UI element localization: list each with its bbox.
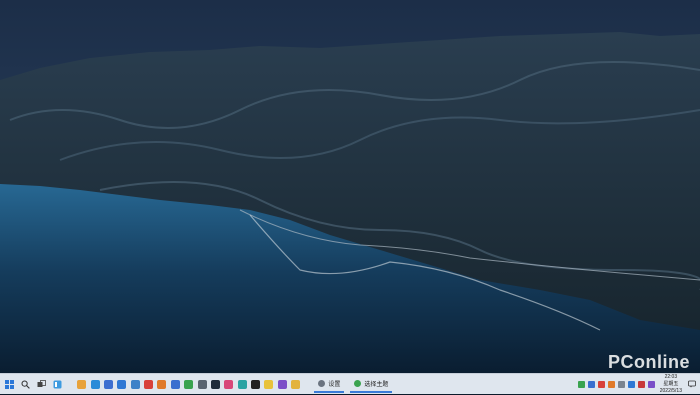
app-orange-icon[interactable]: [157, 379, 167, 389]
paint-icon: [354, 379, 362, 387]
app-pink-icon[interactable]: [224, 379, 234, 389]
clock-date: 2022/5/13: [659, 387, 682, 394]
mail-icon[interactable]: [117, 379, 127, 389]
store-icon[interactable]: [103, 379, 113, 389]
app-gray-icon[interactable]: [197, 379, 207, 389]
clock-time: 22:03: [664, 373, 678, 380]
app-green-icon[interactable]: [184, 379, 194, 389]
tray-gray-icon[interactable]: [618, 380, 626, 388]
tray-blue2-icon[interactable]: [628, 380, 636, 388]
tray-purple-icon[interactable]: [648, 380, 656, 388]
app-teal-icon[interactable]: [237, 379, 247, 389]
app-yellow-icon[interactable]: [264, 379, 274, 389]
app-blue-icon[interactable]: [170, 379, 180, 389]
tray-green-icon[interactable]: [578, 380, 586, 388]
clock[interactable]: 22:03 星期五 2022/5/13: [660, 374, 682, 395]
widgets-icon[interactable]: [51, 378, 63, 390]
edge-icon[interactable]: [90, 379, 100, 389]
tray-blue-icon[interactable]: [588, 380, 596, 388]
tray-red2-icon[interactable]: [638, 380, 646, 388]
task-view-icon[interactable]: [35, 378, 47, 390]
taskbar-window-0[interactable]: 设置: [314, 375, 345, 393]
search-icon[interactable]: [19, 378, 31, 390]
tray-orange-icon[interactable]: [608, 380, 616, 388]
app-dark-icon[interactable]: [210, 379, 220, 389]
taskbar-window-label: 选择主题: [364, 381, 389, 388]
windows-start-icon[interactable]: [3, 378, 15, 390]
desktop-wallpaper: [0, 0, 700, 374]
app-black-icon[interactable]: [251, 379, 261, 389]
taskbar-window-label: 设置: [328, 381, 341, 388]
photos-icon[interactable]: [130, 379, 140, 389]
notification-icon[interactable]: [688, 380, 696, 388]
tray-red-icon[interactable]: [598, 380, 606, 388]
settings-icon: [318, 379, 326, 387]
taskbar: 设置 选择主题 22:03 星期五 2022/5/13: [0, 373, 700, 394]
system-tray: 22:03 星期五 2022/5/13: [577, 374, 700, 394]
clock-weekday: 星期五: [663, 380, 679, 387]
app-red-icon[interactable]: [144, 379, 154, 389]
app-purple-icon[interactable]: [277, 379, 287, 389]
pconline-watermark: PConline: [607, 352, 690, 372]
folder-icon[interactable]: [291, 379, 301, 389]
chrome-icon[interactable]: [77, 379, 87, 389]
taskbar-window-1[interactable]: 选择主题: [350, 375, 393, 393]
